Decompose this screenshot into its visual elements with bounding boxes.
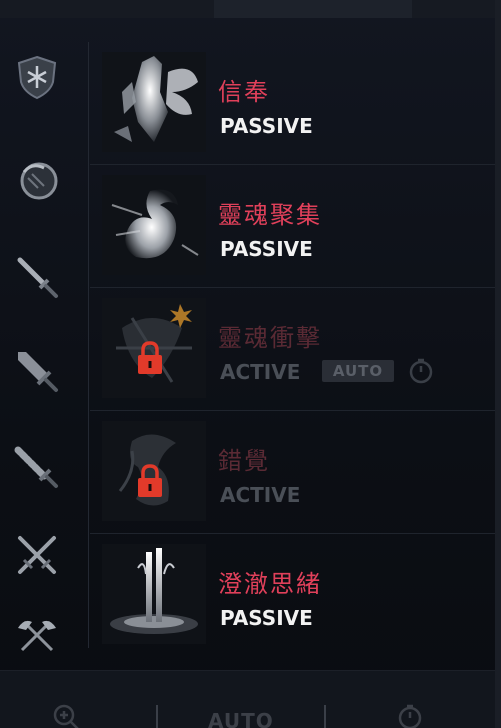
lock-icon <box>134 340 166 376</box>
auto-button[interactable]: AUTO <box>208 709 274 728</box>
auto-badge: AUTO <box>322 360 394 382</box>
bottom-divider <box>156 705 158 728</box>
crossed-axes-icon[interactable] <box>10 606 64 660</box>
crossed-swords-icon[interactable] <box>10 528 64 582</box>
faith-skill-icon <box>102 52 206 152</box>
right-edge <box>495 0 501 728</box>
timer-icon[interactable] <box>396 703 424 728</box>
skill-type: ACTIVE <box>220 360 301 384</box>
ring-icon[interactable] <box>10 152 64 206</box>
sword-icon[interactable] <box>10 250 64 304</box>
lock-icon <box>134 463 166 499</box>
skill-name: 信奉 <box>218 78 270 106</box>
top-tab[interactable] <box>214 0 412 18</box>
bottom-divider <box>324 705 326 728</box>
top-strip <box>0 0 501 18</box>
skill-type: PASSIVE <box>220 237 313 261</box>
soul-gathering-skill-icon <box>102 175 206 275</box>
skill-type: PASSIVE <box>220 114 313 138</box>
clear-mind-skill-icon <box>102 544 206 644</box>
bottom-bar: AUTO <box>0 670 501 728</box>
skill-row-soul-strike[interactable]: 靈魂衝擊 ACTIVE AUTO <box>90 288 495 411</box>
rail-divider <box>88 42 89 648</box>
skill-type: ACTIVE <box>220 483 301 507</box>
zoom-icon[interactable] <box>52 703 80 728</box>
shield-emblem-icon[interactable] <box>10 50 64 104</box>
skill-name: 錯覺 <box>218 447 270 475</box>
skill-name: 靈魂衝擊 <box>218 324 322 352</box>
skill-row-faith[interactable]: 信奉 PASSIVE <box>90 42 495 165</box>
skill-name: 澄澈思緒 <box>218 570 322 598</box>
skill-name: 靈魂聚集 <box>218 201 322 229</box>
skill-type: PASSIVE <box>220 606 313 630</box>
timer-icon <box>408 358 434 384</box>
skill-row-clear-mind[interactable]: 澄澈思緒 PASSIVE <box>90 534 495 656</box>
skill-row-soul-gathering[interactable]: 靈魂聚集 PASSIVE <box>90 165 495 288</box>
skill-list: 信奉 PASSIVE 靈魂聚集 PASSIVE 靈魂衝擊 ACTIVE AUTO… <box>90 42 495 656</box>
skill-row-illusion[interactable]: 錯覺 ACTIVE <box>90 411 495 534</box>
skill-panel: 信奉 PASSIVE 靈魂聚集 PASSIVE 靈魂衝擊 ACTIVE AUTO… <box>0 0 501 728</box>
weapon-rail <box>0 40 88 652</box>
broadsword-icon[interactable] <box>10 344 64 398</box>
serrated-sword-icon[interactable] <box>10 440 64 494</box>
